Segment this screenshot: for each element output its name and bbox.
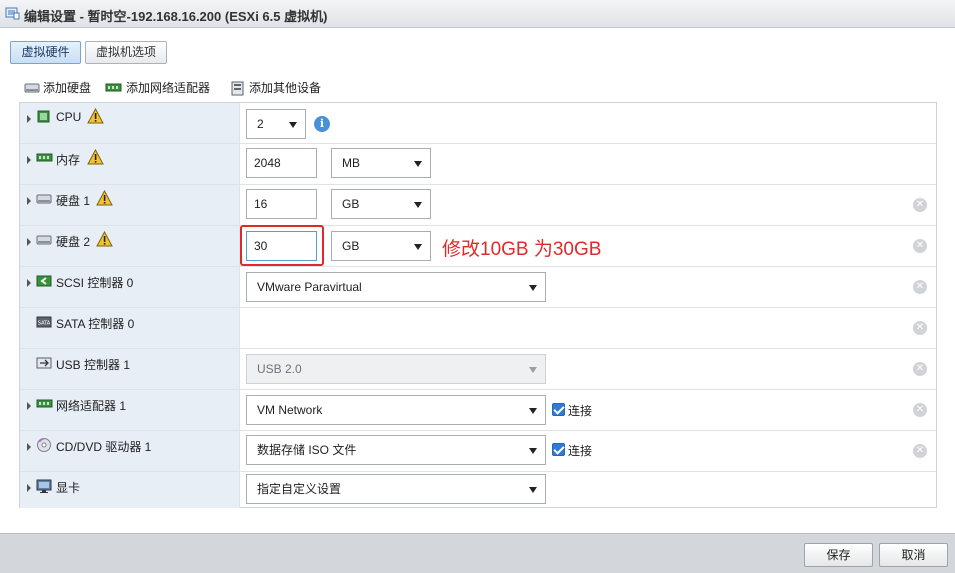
remove-device-icon[interactable]: ✕ <box>913 362 927 376</box>
network-card-icon <box>105 83 122 92</box>
remove-device-icon[interactable]: ✕ <box>913 321 927 335</box>
chevron-down-icon <box>529 285 537 291</box>
chevron-down-icon <box>529 408 537 414</box>
dialog-footer: 保存 取消 <box>0 533 955 573</box>
chevron-down-icon <box>414 244 422 250</box>
cpu-label: CPU <box>56 110 82 124</box>
hardware-row-network: 网络适配器 1 VM Network 连接 ✕ <box>20 390 936 431</box>
cd-dvd-icon <box>37 438 51 452</box>
cddvd-connect-label: 连接 <box>568 444 593 458</box>
window-title: 编辑设置 - 暂时空-192.168.16.200 (ESXi 6.5 虚拟机) <box>24 9 328 24</box>
expand-arrow-icon[interactable] <box>27 115 31 123</box>
disk2-size-input[interactable]: 30 <box>246 231 317 261</box>
chevron-down-icon <box>529 367 537 373</box>
sata-label: SATA 控制器 0 <box>56 317 135 331</box>
video-label: 显卡 <box>56 481 81 495</box>
network-card-icon <box>36 399 53 408</box>
add-disk-label: 添加硬盘 <box>43 81 92 95</box>
hard-disk-icon <box>36 235 52 245</box>
hardware-row-disk2: 硬盘 2 30 GB 修改10GB 为30GB ✕ <box>20 225 936 267</box>
window-titlebar: 编辑设置 - 暂时空-192.168.16.200 (ESXi 6.5 虚拟机) <box>0 0 955 28</box>
hardware-row-memory: 内存 2048 MB <box>20 144 936 185</box>
expand-arrow-icon[interactable] <box>27 156 31 164</box>
network-select[interactable]: VM Network <box>246 395 546 425</box>
memory-size-input[interactable]: 2048 <box>246 148 317 178</box>
svg-text:SATA: SATA <box>38 321 51 327</box>
memory-unit-select[interactable]: MB <box>331 148 431 178</box>
warning-icon <box>96 190 113 206</box>
scsi-label: SCSI 控制器 0 <box>56 276 134 290</box>
hard-disk-icon <box>36 194 52 204</box>
scsi-controller-icon <box>36 275 52 287</box>
warning-icon <box>96 231 113 247</box>
hardware-row-cddvd: CD/DVD 驱动器 1 数据存储 ISO 文件 连接 ✕ <box>20 431 936 472</box>
expand-arrow-icon[interactable] <box>27 443 31 451</box>
expand-arrow-icon[interactable] <box>27 279 31 287</box>
remove-device-icon[interactable]: ✕ <box>913 280 927 294</box>
cddvd-label: CD/DVD 驱动器 1 <box>56 440 152 454</box>
disk1-label: 硬盘 1 <box>56 194 91 208</box>
hardware-row-sata: SATA SATA 控制器 0 ✕ <box>20 308 936 349</box>
expand-arrow-icon[interactable] <box>27 402 31 410</box>
usb-label: USB 控制器 1 <box>56 358 131 372</box>
network-connect-label: 连接 <box>568 404 593 418</box>
vm-edit-icon <box>5 7 20 20</box>
chevron-down-icon <box>414 202 422 208</box>
expand-arrow-icon[interactable] <box>27 238 31 246</box>
display-icon <box>36 479 52 493</box>
tab-vm-options[interactable]: 虚拟机选项 <box>85 41 167 64</box>
remove-device-icon[interactable]: ✕ <box>913 403 927 417</box>
hardware-row-video: 显卡 指定自定义设置 <box>20 472 936 508</box>
remove-device-icon[interactable]: ✕ <box>913 444 927 458</box>
cpu-count-select[interactable]: 2 <box>246 109 306 139</box>
disk1-unit-select[interactable]: GB <box>331 189 431 219</box>
memory-icon <box>36 153 53 162</box>
chevron-down-icon <box>529 448 537 454</box>
save-button[interactable]: 保存 <box>804 543 873 567</box>
hardware-row-usb: USB 控制器 1 USB 2.0 ✕ <box>20 349 936 390</box>
memory-label: 内存 <box>56 153 81 167</box>
expand-arrow-icon[interactable] <box>27 484 31 492</box>
scsi-type-select[interactable]: VMware Paravirtual <box>246 272 546 302</box>
video-select[interactable]: 指定自定义设置 <box>246 474 546 504</box>
chevron-down-icon <box>414 161 422 167</box>
cddvd-connect-checkbox[interactable] <box>552 443 565 456</box>
warning-icon <box>87 108 104 124</box>
hardware-table: CPU 2 i 内存 2048 MB 硬盘 1 16 GB ✕ 硬盘 2 30 … <box>19 102 937 508</box>
annotation-text: 修改10GB 为30GB <box>442 239 602 260</box>
add-other-label: 添加其他设备 <box>249 81 322 95</box>
sata-controller-icon: SATA <box>36 316 52 328</box>
chevron-down-icon <box>289 122 297 128</box>
hardware-row-cpu: CPU 2 i <box>20 103 936 144</box>
expand-arrow-icon[interactable] <box>27 197 31 205</box>
remove-device-icon[interactable]: ✕ <box>913 239 927 253</box>
usb-controller-icon <box>36 357 52 369</box>
cancel-button[interactable]: 取消 <box>879 543 948 567</box>
hardware-row-disk1: 硬盘 1 16 GB ✕ <box>20 185 936 226</box>
cpu-icon <box>37 110 50 123</box>
info-icon[interactable]: i <box>314 116 330 132</box>
disk1-size-input[interactable]: 16 <box>246 189 317 219</box>
network-label: 网络适配器 1 <box>56 399 127 413</box>
network-connect-checkbox[interactable] <box>552 403 565 416</box>
warning-icon <box>87 149 104 165</box>
hardware-row-scsi: SCSI 控制器 0 VMware Paravirtual ✕ <box>20 267 936 308</box>
tab-virtual-hardware[interactable]: 虚拟硬件 <box>10 41 81 64</box>
cddvd-select[interactable]: 数据存储 ISO 文件 <box>246 435 546 465</box>
disk2-unit-select[interactable]: GB <box>331 231 431 261</box>
disk2-label: 硬盘 2 <box>56 235 91 249</box>
add-network-label: 添加网络适配器 <box>126 81 211 95</box>
usb-type-select: USB 2.0 <box>246 354 546 384</box>
remove-device-icon[interactable]: ✕ <box>913 198 927 212</box>
hard-disk-icon <box>24 83 40 93</box>
chevron-down-icon <box>529 487 537 493</box>
other-device-icon <box>231 81 244 96</box>
